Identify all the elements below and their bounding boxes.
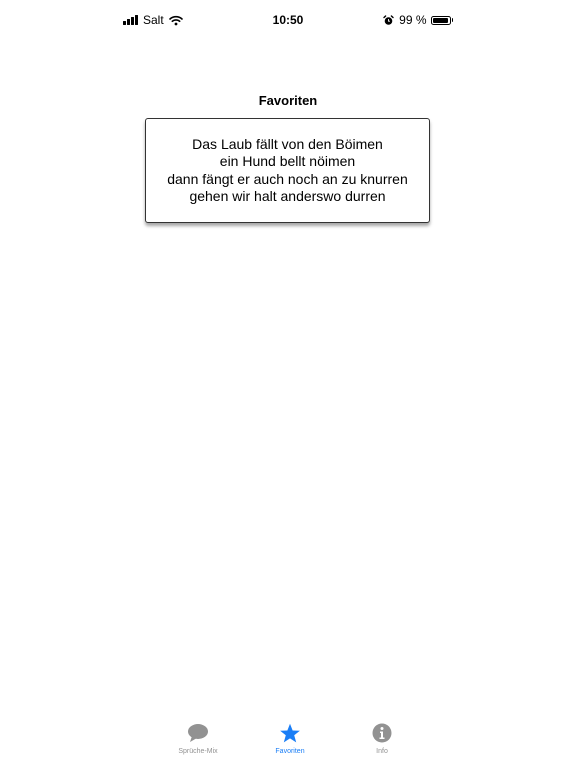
battery-level-fill — [432, 17, 449, 23]
quote-line-1: Das Laub fällt von den Böimen — [192, 135, 383, 152]
star-icon — [280, 723, 300, 742]
tab-favoriten[interactable]: Favoriten — [250, 718, 330, 755]
alarm-clock-icon — [383, 14, 394, 25]
quote-line-2: ein Hund bellt nöimen — [219, 153, 356, 169]
page-title: Favoriten — [258, 93, 318, 108]
status-time: 10:50 — [272, 13, 304, 27]
tab-label: Favoriten — [275, 748, 305, 755]
tab-bar: Sprüche-Mix Favoriten Info — [0, 718, 576, 768]
speech-bubble-icon — [188, 724, 208, 742]
tab-label: Sprüche-Mix — [178, 748, 218, 755]
info-circle-icon — [372, 723, 392, 743]
tab-info[interactable]: Info — [342, 718, 422, 755]
favorite-quote-card[interactable]: Das Laub fällt von den Böimen ein Hund b… — [145, 118, 430, 223]
tab-label: Info — [376, 748, 388, 755]
status-right: 99 % — [383, 13, 453, 27]
battery-icon — [430, 15, 451, 25]
quote-line-3: dann fängt er auch noch an zu knurren — [167, 170, 408, 187]
battery-percentage: 99 % — [399, 13, 427, 27]
status-bar: Salt 10:50 99 % — [0, 0, 576, 40]
battery-tip — [451, 18, 453, 22]
tab-sprueche-mix[interactable]: Sprüche-Mix — [158, 718, 238, 755]
quote-line-4: gehen wir halt anderswo durren — [189, 188, 386, 204]
